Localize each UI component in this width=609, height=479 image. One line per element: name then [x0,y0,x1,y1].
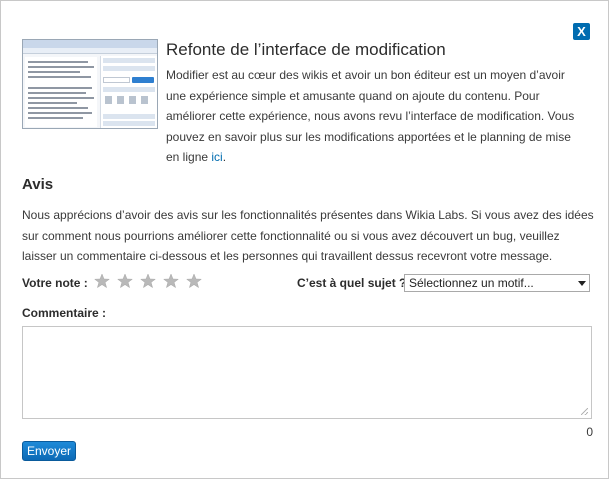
submit-button[interactable]: Envoyer [22,441,76,461]
comment-textarea[interactable] [22,326,592,419]
star-icon[interactable] [94,273,110,289]
intro-period: . [222,150,227,164]
intro-body: Modifier est au cœur des wikis et avoir … [166,68,575,164]
intro-title: Refonte de l’interface de modification [166,40,446,59]
star-icon[interactable] [140,273,156,289]
subject-label: C’est à quel sujet ? [297,276,407,290]
close-icon: X [577,24,586,39]
star-icon[interactable] [186,273,202,289]
comment-label: Commentaire : [22,306,107,320]
feedback-text: Nous apprécions d’avoir des avis sur les… [22,208,594,263]
character-count: 0 [586,425,593,439]
subject-selected-value: Sélectionnez un motif... [409,276,534,290]
star-icon[interactable] [163,273,179,289]
feedback-dialog: X Refonte de l’interface de modification… [0,0,609,479]
feature-screenshot-thumbnail [22,39,158,129]
chevron-down-icon [578,281,586,286]
intro-text: Modifier est au cœur des wikis et avoir … [166,65,586,168]
feedback-title: Avis [22,176,54,193]
more-info-link[interactable]: ici [211,150,222,164]
star-icon[interactable] [117,273,133,289]
resize-grip-icon[interactable] [581,408,588,415]
close-button[interactable]: X [573,23,590,40]
rating-label: Votre note : [22,276,88,290]
subject-select[interactable]: Sélectionnez un motif... [404,274,590,292]
